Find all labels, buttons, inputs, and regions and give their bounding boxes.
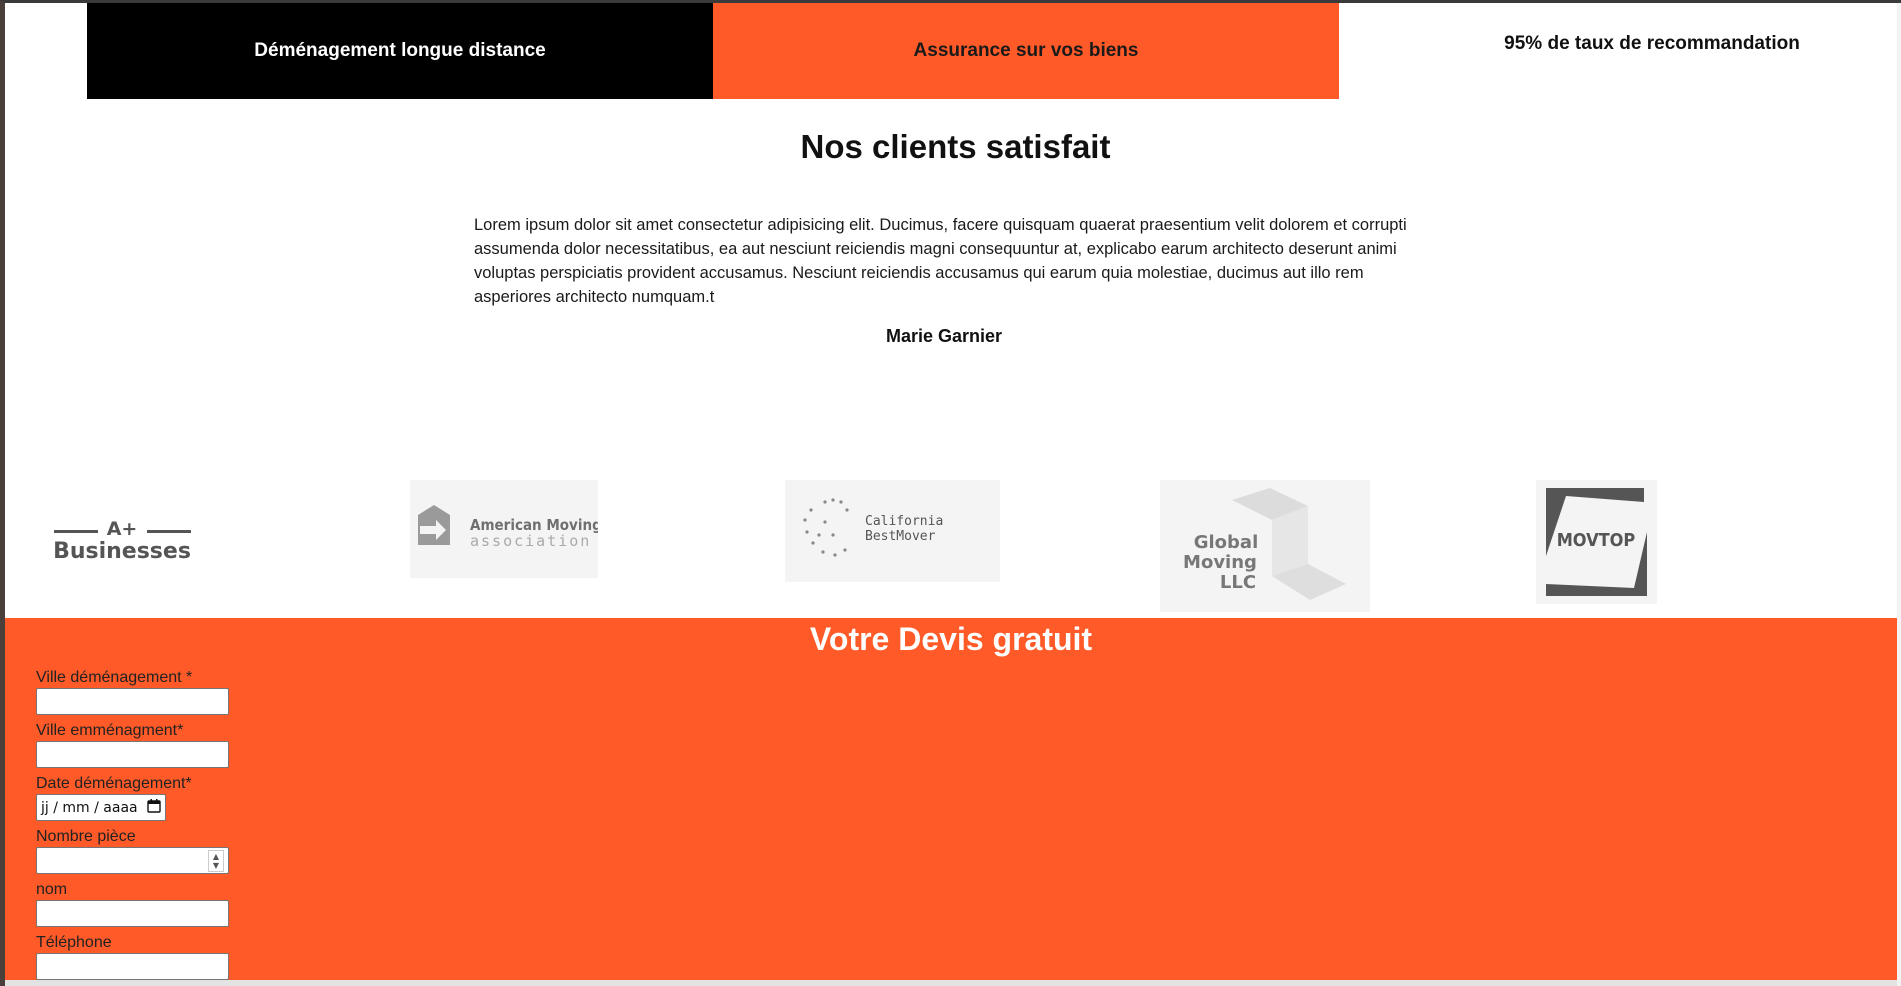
feature-long-distance-label: Déménagement longue distance xyxy=(254,40,546,61)
horizontal-scrollbar[interactable] xyxy=(5,980,1897,986)
movtop-logo: MOVTOP xyxy=(1536,480,1657,604)
svg-text:BestMover: BestMover xyxy=(865,529,936,544)
feature-recommendation-label: 95% de taux de recommandation xyxy=(1504,33,1800,54)
nom-input[interactable] xyxy=(36,900,229,927)
quote-form: Ville déménagement * Ville emménagment* … xyxy=(36,668,229,986)
aplus-businesses-logo: A+ Businesses xyxy=(50,508,200,568)
date-demenagement-label: Date déménagement* xyxy=(36,775,192,792)
ville-demenagement-input[interactable] xyxy=(36,688,229,715)
calendar-icon[interactable] xyxy=(147,798,161,817)
svg-text:A+: A+ xyxy=(107,518,138,540)
american-moving-association-logo: American Moving association xyxy=(410,480,602,578)
svg-text:Businesses: Businesses xyxy=(53,539,191,564)
svg-text:Global: Global xyxy=(1194,532,1259,553)
feature-bar: Déménagement longue distance Assurance s… xyxy=(87,3,1901,99)
svg-text:association: association xyxy=(470,532,591,550)
feature-insurance: Assurance sur vos biens xyxy=(713,3,1339,99)
ville-emmenagement-input[interactable] xyxy=(36,741,229,768)
svg-text:Moving: Moving xyxy=(1183,552,1257,573)
number-spinner-icon[interactable]: ▲ ▼ xyxy=(208,849,224,872)
nom-label: nom xyxy=(36,881,68,898)
date-placeholder: jj / mm / aaaa xyxy=(41,799,138,816)
global-moving-llc-logo: Global Moving LLC xyxy=(1160,480,1370,612)
ville-emmenagement-label: Ville emménagment* xyxy=(36,722,184,739)
vertical-scrollbar[interactable] xyxy=(1897,3,1901,986)
svg-text:California: California xyxy=(865,514,943,529)
testimonial-author: Marie Garnier xyxy=(885,326,1003,346)
svg-text:MOVTOP: MOVTOP xyxy=(1557,530,1636,551)
svg-text:LLC: LLC xyxy=(1220,572,1256,593)
feature-recommendation: 95% de taux de recommandation xyxy=(1339,3,1901,99)
ville-demenagement-label: Ville déménagement * xyxy=(36,669,193,686)
clients-title: Nos clients satisfait xyxy=(800,128,1111,165)
feature-insurance-label: Assurance sur vos biens xyxy=(913,40,1139,61)
telephone-label: Téléphone xyxy=(36,934,112,951)
page: Déménagement longue distance Assurance s… xyxy=(0,0,1901,986)
nombre-piece-label: Nombre pièce xyxy=(36,828,136,845)
feature-long-distance: Déménagement longue distance xyxy=(87,3,713,99)
testimonial-text: Lorem ipsum dolor sit amet consectetur a… xyxy=(474,216,1407,306)
date-demenagement-input[interactable]: jj / mm / aaaa xyxy=(36,794,166,821)
quote-section: Votre Devis gratuit Ville déménagement *… xyxy=(5,618,1897,986)
telephone-input[interactable] xyxy=(36,953,229,980)
california-bestmover-logo: California BestMover xyxy=(785,480,1000,582)
quote-title: Votre Devis gratuit xyxy=(809,621,1093,657)
nombre-piece-input[interactable]: ▲ ▼ xyxy=(36,847,229,874)
